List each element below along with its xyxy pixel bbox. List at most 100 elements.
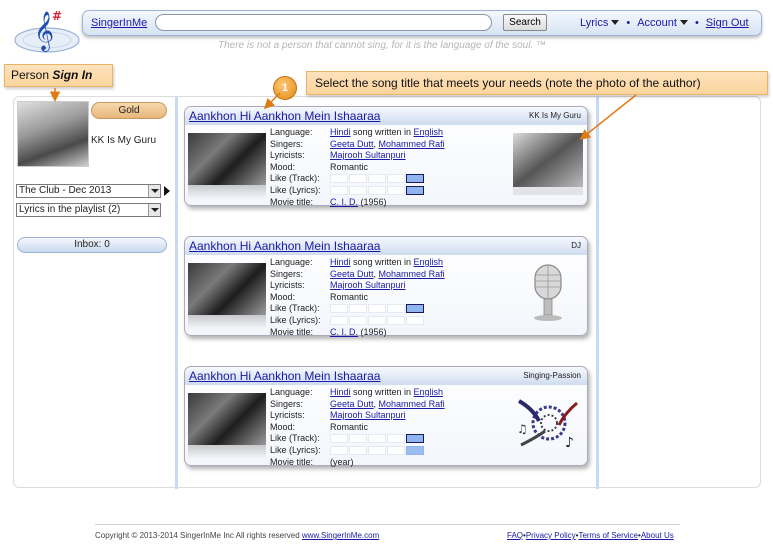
mood-label: Mood: <box>270 291 296 302</box>
like-rating-box[interactable] <box>349 304 367 314</box>
movie-title-label: Movie title: <box>270 196 314 207</box>
like-rating-box[interactable] <box>330 315 348 325</box>
like-rating-box[interactable] <box>368 445 386 455</box>
account-menu[interactable]: Account <box>637 17 688 29</box>
brand-link[interactable]: SingerInMe <box>91 17 147 29</box>
like-rating-box[interactable] <box>368 315 386 325</box>
like-lyrics-rating[interactable] <box>330 445 425 456</box>
author-photo[interactable] <box>513 133 583 195</box>
site-link[interactable]: www.SingerInMe.com <box>302 531 379 540</box>
language-link[interactable]: Hindi <box>330 127 351 137</box>
dropdown-arrow-icon[interactable] <box>148 185 160 197</box>
dropdown-arrow-icon[interactable] <box>148 204 160 216</box>
like-track-rating[interactable] <box>330 433 425 444</box>
like-track-rating[interactable] <box>330 303 425 314</box>
written-in-link[interactable]: English <box>414 387 444 397</box>
about-link[interactable]: About Us <box>641 531 674 540</box>
singer-link[interactable]: Mohammed Rafi <box>379 139 445 149</box>
like-rating-box[interactable] <box>349 434 367 444</box>
like-track-rating[interactable] <box>330 173 425 184</box>
like-rating-box[interactable] <box>368 174 386 184</box>
like-rating-box[interactable] <box>387 434 405 444</box>
movie-link[interactable]: C. I. D. <box>330 197 358 207</box>
search-button[interactable]: Search <box>503 14 547 31</box>
singer-link[interactable]: Geeta Dutt <box>330 399 374 409</box>
lyricist-link[interactable]: Majrooh Sultanpuri <box>330 150 406 160</box>
thumbnail-reflection <box>188 445 266 459</box>
like-rating-box[interactable] <box>349 445 367 455</box>
singer-link[interactable]: Mohammed Rafi <box>379 399 445 409</box>
language-link[interactable]: Hindi <box>330 387 351 397</box>
like-rating-box[interactable] <box>406 174 424 184</box>
like-rating-box[interactable] <box>349 185 367 195</box>
like-rating-box[interactable] <box>406 434 424 444</box>
like-rating-box[interactable] <box>406 304 424 314</box>
like-rating-box[interactable] <box>387 185 405 195</box>
song-title-link[interactable]: Aankhon Hi Aankhon Mein Ishaaraa <box>189 239 380 253</box>
chevron-down-icon <box>611 20 620 25</box>
singer-link[interactable]: Mohammed Rafi <box>379 269 445 279</box>
inbox-button[interactable]: Inbox: 0 <box>17 237 167 253</box>
like-rating-box[interactable] <box>349 315 367 325</box>
like-rating-box[interactable] <box>406 445 424 455</box>
search-input[interactable] <box>155 14 492 31</box>
singer-link[interactable]: Geeta Dutt <box>330 139 374 149</box>
terms-link[interactable]: Terms of Service <box>578 531 638 540</box>
top-navigation-bar: SingerInMe Search Lyrics • Account • Sign Ou… <box>82 10 762 36</box>
microphone-icon[interactable] <box>513 263 583 325</box>
like-rating-box[interactable] <box>406 315 424 325</box>
like-rating-box[interactable] <box>387 315 405 325</box>
like-rating-box[interactable] <box>330 185 348 195</box>
like-rating-box[interactable] <box>330 445 348 455</box>
language-label: Language: <box>270 257 313 267</box>
playlist-select[interactable]: Lyrics in the playlist (2) <box>16 203 161 217</box>
language-link[interactable]: Hindi <box>330 257 351 267</box>
like-rating-box[interactable] <box>406 185 424 195</box>
singer-link[interactable]: Geeta Dutt <box>330 269 374 279</box>
like-rating-box[interactable] <box>330 434 348 444</box>
music-art-icon[interactable]: ♪ ♫ <box>513 393 583 455</box>
user-photo[interactable] <box>17 101 89 167</box>
like-rating-box[interactable] <box>368 185 386 195</box>
song-title-link[interactable]: Aankhon Hi Aankhon Mein Ishaaraa <box>189 369 380 383</box>
singerinme-logo[interactable]: 𝄞 # <box>12 4 82 56</box>
membership-badge: Gold <box>91 102 167 119</box>
song-thumbnail[interactable] <box>188 133 266 185</box>
step-number-badge: 1 <box>273 76 297 100</box>
lyricist-link[interactable]: Majrooh Sultanpuri <box>330 410 406 420</box>
singers-label: Singers: <box>270 268 304 279</box>
lyrics-menu[interactable]: Lyrics <box>580 17 620 29</box>
sign-out-link[interactable]: Sign Out <box>706 17 749 29</box>
song-thumbnail[interactable] <box>188 393 266 445</box>
like-lyrics-rating[interactable] <box>330 315 425 326</box>
like-rating-box[interactable] <box>368 304 386 314</box>
like-rating-box[interactable] <box>387 174 405 184</box>
like-rating-box[interactable] <box>387 445 405 455</box>
song-author: KK Is My Guru <box>528 111 581 120</box>
song-card: Aankhon Hi Aankhon Mein Ishaaraa DJ Lang… <box>184 236 588 337</box>
written-in-text: song written in <box>350 127 414 137</box>
like-rating-box[interactable] <box>368 434 386 444</box>
like-rating-box[interactable] <box>330 304 348 314</box>
club-select[interactable]: The Club - Dec 2013 <box>16 184 161 198</box>
copyright-text: Copyright © 2013-2014 SingerInMe Inc All… <box>95 531 302 540</box>
like-lyrics-label: Like (Lyrics): <box>270 314 321 325</box>
person-sign-in-callout: Person Sign In <box>4 64 113 87</box>
written-in-link[interactable]: English <box>414 127 444 137</box>
like-lyrics-rating[interactable] <box>330 185 425 196</box>
singers-label: Singers: <box>270 138 304 149</box>
faq-link[interactable]: FAQ <box>507 531 523 540</box>
like-rating-box[interactable] <box>349 174 367 184</box>
privacy-link[interactable]: Privacy Policy <box>526 531 576 540</box>
song-title-link[interactable]: Aankhon Hi Aankhon Mein Ishaaraa <box>189 109 380 123</box>
footer <box>95 524 680 525</box>
slogan: There is not a person that cannot sing, … <box>218 40 546 51</box>
written-in-link[interactable]: English <box>414 257 444 267</box>
movie-link[interactable]: C. I. D. <box>330 327 358 337</box>
like-lyrics-label: Like (Lyrics): <box>270 444 321 455</box>
like-rating-box[interactable] <box>330 174 348 184</box>
song-thumbnail[interactable] <box>188 263 266 315</box>
lyricist-link[interactable]: Majrooh Sultanpuri <box>330 280 406 290</box>
expand-arrow-icon[interactable] <box>164 186 170 196</box>
like-rating-box[interactable] <box>387 304 405 314</box>
